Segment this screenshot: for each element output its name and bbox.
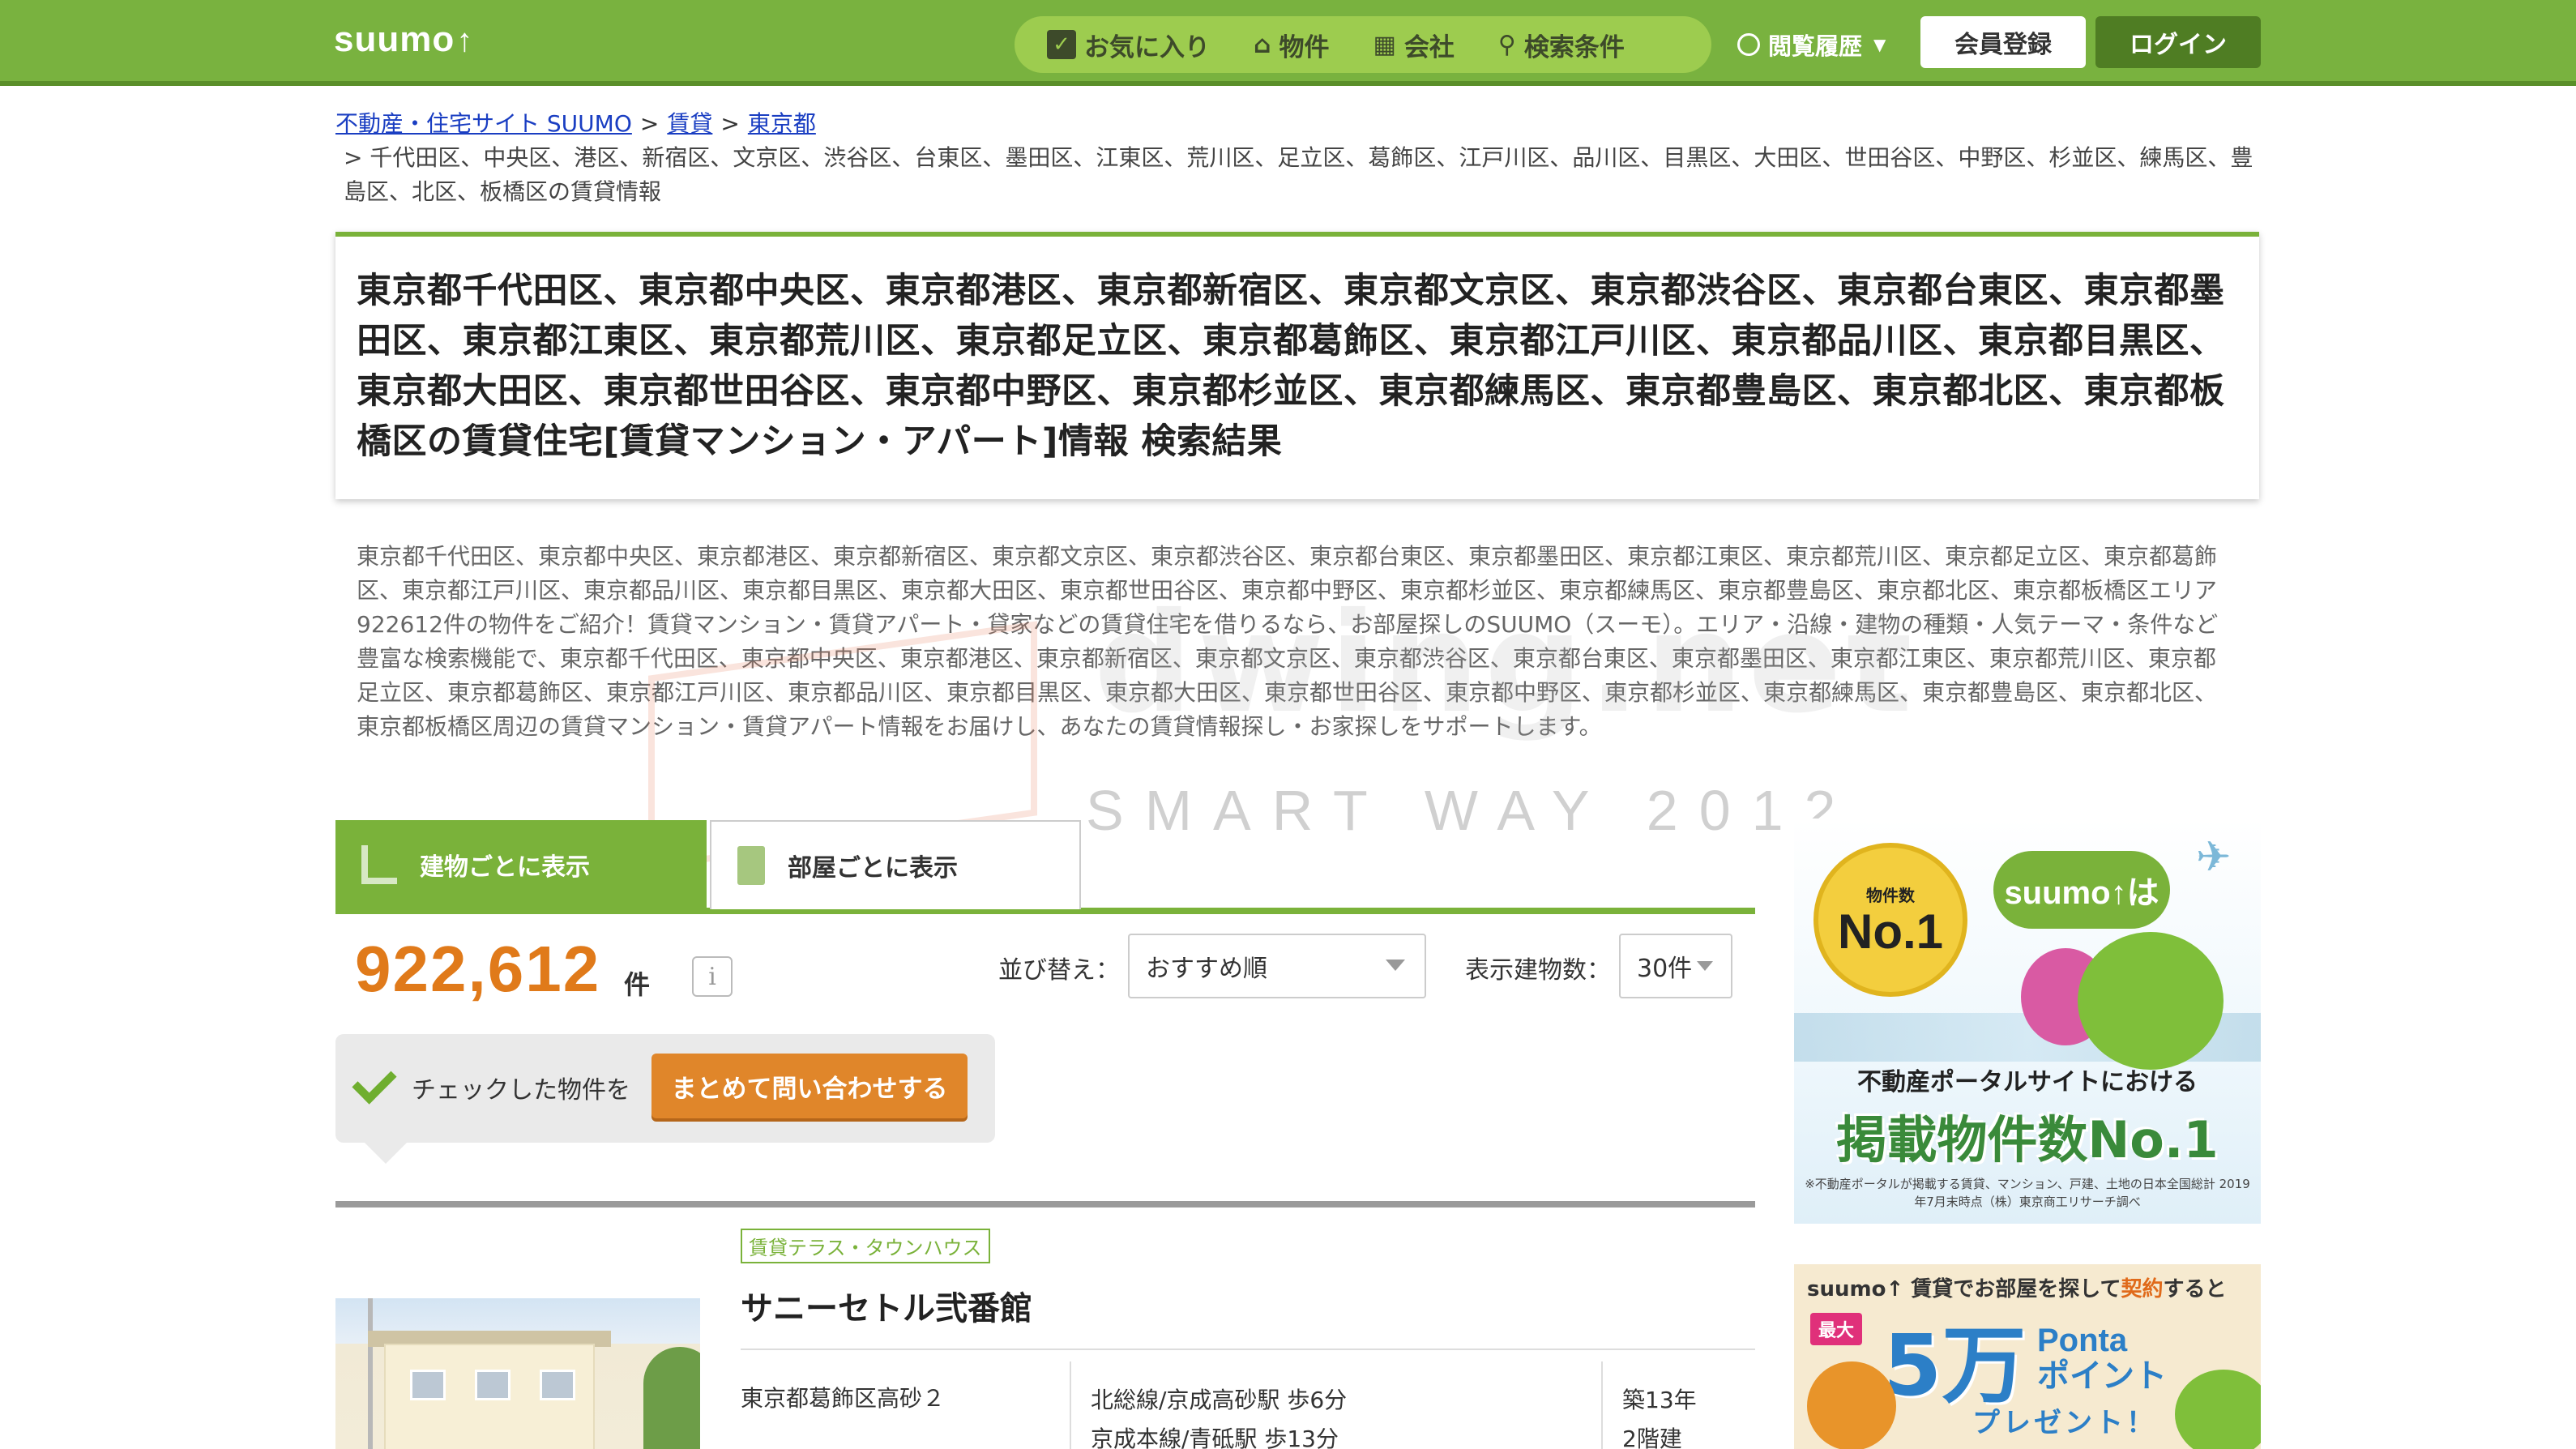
column-divider — [1601, 1361, 1603, 1449]
nav-favorites[interactable]: ✓ お気に入り — [1047, 27, 1210, 63]
breadcrumb: 不動産・住宅サイト SUUMO > 賃貸 > 東京都 > 千代田区、中央区、港区、新宿区… — [335, 107, 2264, 209]
ad1-headline: 不動産ポータルサイトにおける — [1857, 1068, 2198, 1096]
property-address: 東京都葛飾区高砂２ — [741, 1385, 946, 1412]
ad1-main-text: 掲載物件数No.1 — [1836, 1110, 2219, 1169]
browsing-history-dropdown[interactable]: 閲覧履歴 ▼ — [1737, 28, 1886, 62]
airplane-icon: ✈ — [2196, 833, 2232, 882]
property-floors: 2階建 — [1622, 1425, 1682, 1449]
breadcrumb-link-tokyo[interactable]: 東京都 — [748, 110, 816, 137]
breadcrumb-link-rent[interactable]: 賃貸 — [667, 110, 712, 137]
property-station-2: 京成本線/青砥駅 歩13分 — [1091, 1425, 1339, 1449]
bulk-inquiry-panel: チェックした物件を まとめて問い合わせする — [335, 1034, 995, 1164]
register-button[interactable]: 会員登録 — [1920, 16, 2086, 68]
door-icon — [737, 846, 765, 885]
nav-search-conditions-label: 検索条件 — [1523, 32, 1625, 62]
check-icon — [352, 1059, 397, 1105]
property-divider — [741, 1349, 1755, 1350]
no1-badge: 物件数 No.1 — [1813, 843, 1967, 997]
suumo-mascot — [2175, 1370, 2261, 1449]
per-page-select-value: 30件 — [1637, 955, 1693, 983]
property-access: 北総線/京成高砂駅 歩6分 京成本線/青砥駅 歩13分 — [1091, 1381, 1347, 1449]
per-page-select[interactable]: 30件 — [1619, 934, 1732, 998]
chevron-down-icon — [1386, 960, 1405, 971]
property-age: 築13年 — [1622, 1387, 1697, 1413]
heart-check-icon: ✓ — [1047, 30, 1076, 59]
nav-properties[interactable]: ⌂ 物件 — [1254, 27, 1329, 63]
property-name[interactable]: サニーセトル弐番館 — [741, 1282, 1032, 1329]
list-divider — [335, 1201, 1755, 1208]
tab-by-room-label: 部屋ごとに表示 — [788, 854, 958, 883]
chevron-down-icon: ▼ — [1873, 35, 1886, 54]
badge-big-text: No.1 — [1837, 904, 1944, 959]
ad2-present: プレゼント！ — [1972, 1407, 2157, 1439]
ad-banner-ponta[interactable]: suumo↑ 賃貸でお部屋を探して契約すると 最大 5万 Ponta ポイント … — [1794, 1264, 2261, 1449]
login-button[interactable]: ログイン — [2095, 16, 2261, 68]
building-chart-icon — [361, 845, 397, 884]
sort-select[interactable]: おすすめ順 — [1128, 934, 1426, 998]
history-label: 閲覧履歴 — [1768, 32, 1863, 60]
mascot-green — [2078, 932, 2224, 1070]
nav-companies[interactable]: ▦ 会社 — [1373, 27, 1454, 63]
nav-search-conditions[interactable]: ⚲ 検索条件 — [1498, 27, 1625, 63]
column-divider — [1070, 1361, 1071, 1449]
nav-favorites-label: お気に入り — [1084, 32, 1210, 62]
page-title: 東京都千代田区、東京都中央区、東京都港区、東京都新宿区、東京都文京区、東京都渋谷… — [357, 271, 2225, 462]
view-tabs: 建物ごとに表示 部屋ごとに表示 — [335, 820, 1755, 914]
breadcrumb-separator: > — [720, 110, 740, 137]
nav-companies-label: 会社 — [1403, 32, 1455, 62]
breadcrumb-separator: > — [639, 110, 660, 137]
ad1-footnote: ※不動産ポータルが掲載する賃貸、マンション、戸建、土地の日本全国総計 2019年… — [1805, 1177, 2250, 1209]
property-age-info: 築13年 2階建 — [1622, 1381, 1697, 1449]
property-station-1: 北総線/京成高砂駅 歩6分 — [1091, 1387, 1348, 1413]
page-title-box: 東京都千代田区、東京都中央区、東京都港区、東京都新宿区、東京都文京区、東京都渋谷… — [335, 232, 2259, 499]
logo-arrow-icon: ↑ — [456, 23, 474, 58]
bulk-inquiry-text: チェックした物件を — [412, 1076, 630, 1105]
ponta-mascot — [1807, 1361, 1896, 1449]
tab-by-room[interactable]: 部屋ごとに表示 — [710, 820, 1081, 909]
main-nav: ✓ お気に入り ⌂ 物件 ▦ 会社 ⚲ 検索条件 — [1015, 16, 1711, 73]
home-icon: ⌂ — [1254, 30, 1271, 59]
breadcrumb-link-top[interactable]: 不動産・住宅サイト SUUMO — [335, 110, 632, 137]
bulk-inquiry-button[interactable]: まとめて問い合わせする — [651, 1054, 968, 1118]
result-count: 922,612 — [355, 933, 601, 1005]
building-icon: ▦ — [1373, 30, 1396, 59]
search-icon: ⚲ — [1497, 30, 1516, 59]
property-photo[interactable] — [335, 1298, 700, 1449]
clock-icon — [1737, 33, 1760, 56]
ad-banner-no1[interactable]: ✈ 物件数 No.1 suumo↑は 不動産ポータルサイトにおける 掲載物件数N… — [1794, 819, 2261, 1224]
info-icon[interactable]: i — [692, 956, 733, 997]
site-header: suumo↑ ✓ お気に入り ⌂ 物件 ▦ 会社 ⚲ 検索条件 閲覧履歴 ▼ 会… — [0, 0, 2576, 86]
watermark-text: dwing.net — [1094, 583, 1917, 744]
nav-properties-label: 物件 — [1279, 32, 1330, 62]
chevron-down-icon — [1697, 961, 1713, 971]
sort-label: 並び替え： — [998, 956, 1120, 985]
sort-select-value: おすすめ順 — [1146, 955, 1267, 983]
ad2-max-badge: 最大 — [1810, 1313, 1863, 1345]
suumo-logo[interactable]: suumo↑ — [334, 19, 473, 60]
tab-by-building-label: 建物ごとに表示 — [420, 853, 590, 882]
property-type-badge: 賃貸テラス・タウンハウス — [741, 1229, 990, 1263]
per-page-label: 表示建物数： — [1465, 956, 1611, 985]
tab-by-building[interactable]: 建物ごとに表示 — [335, 820, 707, 909]
badge-small-text: 物件数 — [1866, 885, 1915, 905]
suumo-bubble: suumo↑は — [1993, 851, 2170, 929]
result-count-unit: 件 — [624, 969, 651, 1000]
ad2-ponta: Ponta ポイント — [2037, 1323, 2167, 1394]
breadcrumb-current: > 千代田区、中央区、港区、新宿区、文京区、渋谷区、台東区、墨田区、江東区、荒川… — [344, 144, 2253, 205]
